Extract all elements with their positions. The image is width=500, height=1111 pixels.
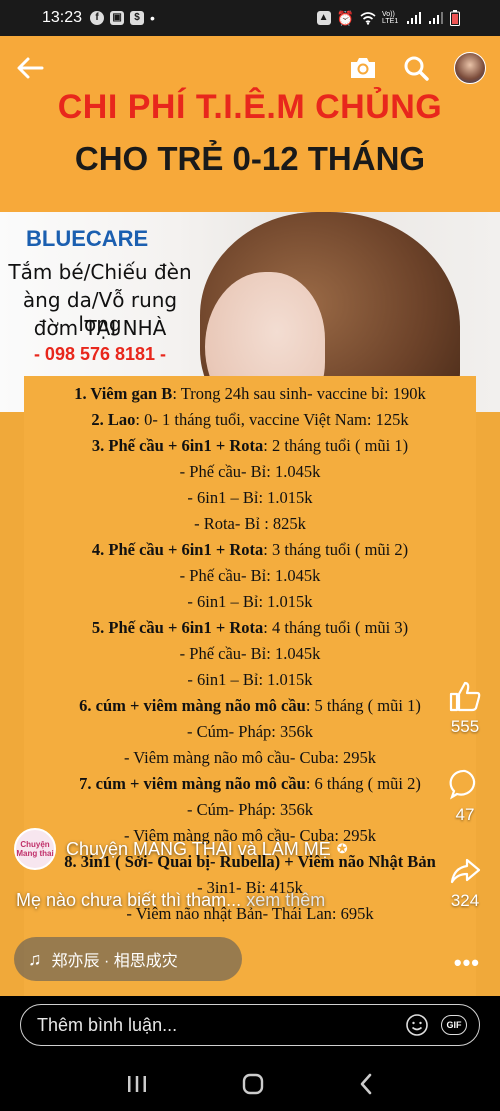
system-nav-bar: [0, 1056, 500, 1111]
price-list-row-text: : 5 tháng ( mũi 1): [305, 696, 421, 715]
price-list-row-text: : 3 tháng tuổi ( mũi 2): [263, 540, 409, 559]
price-list-row-text: - 6in1 – Bỉ: 1.015k: [187, 670, 313, 689]
price-list-row: - Cúm- Pháp: 356k: [24, 722, 476, 742]
music-pill[interactable]: ♫ 郑亦辰 · 相思成灾: [14, 937, 242, 981]
price-list-row-text: : Trong 24h sau sinh- vaccine bỉ: 190k: [172, 384, 426, 403]
price-list-row-text: - Phế cầu- Bỉ: 1.045k: [179, 462, 321, 481]
camera-icon[interactable]: [346, 52, 380, 84]
price-list-row-text: - Cúm- Pháp: 356k: [186, 722, 314, 741]
gif-button[interactable]: GIF: [441, 1015, 467, 1035]
like-button[interactable]: 555: [430, 680, 500, 737]
price-list-row: - Cúm- Pháp: 356k: [24, 800, 476, 820]
price-list-row: 5. Phế cầu + 6in1 + Rota: 4 tháng tuổi (…: [24, 618, 476, 638]
emoji-icon[interactable]: [405, 1013, 429, 1037]
price-list-row-text: - Viêm màng não mô cầu- Cuba: 295k: [123, 748, 377, 767]
price-list-row: 1. Viêm gan B: Trong 24h sau sinh- vacci…: [24, 384, 476, 404]
like-icon: [449, 681, 481, 712]
price-list-row-text: - 6in1 – Bỉ: 1.015k: [187, 592, 313, 611]
comment-input[interactable]: Thêm bình luận... GIF: [20, 1004, 480, 1046]
price-list-row-text: : 4 tháng tuổi ( mũi 3): [263, 618, 409, 637]
price-list-row-heading: 6. cúm + viêm màng não mô cầu: [79, 696, 306, 715]
price-list-row: - 6in1 – Bỉ: 1.015k: [24, 592, 476, 612]
price-list-row-heading: 5. Phế cầu + 6in1 + Rota: [91, 618, 264, 637]
author-avatar[interactable]: Chuyện Mang thai: [14, 828, 56, 870]
price-list-row-heading: 7. cúm + viêm màng não mô cầu: [79, 774, 306, 793]
dot-icon: •: [150, 10, 155, 26]
caption-text: Mẹ nào chưa biết thì tham...: [16, 890, 242, 910]
author-name[interactable]: Chuyện MANG THAI và LÀM MẸ: [66, 839, 331, 860]
back-icon[interactable]: [358, 1072, 374, 1096]
price-list-row-text: - Rota- Bỉ : 825k: [194, 514, 306, 533]
verified-icon: ✪: [336, 841, 348, 856]
price-list-row: - Phế cầu- Bỉ: 1.045k: [24, 644, 476, 664]
poster-service-line3: đờm TẠI NHÀ: [33, 316, 167, 340]
signal-icon: [407, 12, 421, 24]
price-list-row-text: - Phế cầu- Bỉ: 1.045k: [179, 566, 321, 585]
price-list-row: - 6in1 – Bỉ: 1.015k: [24, 488, 476, 508]
share-count: 324: [450, 891, 480, 910]
battery-icon: [450, 10, 460, 26]
wifi-icon: [360, 12, 376, 25]
price-list-row: 4. Phế cầu + 6in1 + Rota: 3 tháng tuổi (…: [24, 540, 476, 560]
price-list-row-text: - 6in1 – Bỉ: 1.015k: [187, 488, 313, 507]
price-list-row: - Rota- Bỉ : 825k: [24, 514, 476, 534]
price-list-row: 7. cúm + viêm màng não mô cầu: 6 tháng (…: [24, 774, 476, 794]
store-icon: $: [130, 11, 145, 25]
price-list-row-heading: 3. Phế cầu + 6in1 + Rota: [91, 436, 264, 455]
music-label: 郑亦辰 · 相思成灾: [51, 953, 178, 970]
price-list-row: 6. cúm + viêm màng não mô cầu: 5 tháng (…: [24, 696, 476, 716]
poster-brand: BLUECARE: [26, 226, 149, 251]
price-list-row: - Phế cầu- Bỉ: 1.045k: [24, 566, 476, 586]
comment-button[interactable]: 47: [430, 768, 500, 825]
price-list-row-text: - Phế cầu- Bỉ: 1.045k: [179, 644, 321, 663]
image-icon: ▣: [110, 11, 125, 25]
price-list-row: - 6in1 – Bỉ: 1.015k: [24, 670, 476, 690]
poster-service-line1: Tắm bé/Chiếu đèn: [8, 260, 192, 284]
price-list-row-text: : 6 tháng ( mũi 2): [305, 774, 421, 793]
top-bar: [0, 36, 500, 106]
share-button[interactable]: 324: [430, 856, 500, 911]
music-note-icon: ♫: [28, 948, 42, 969]
like-count: 555: [450, 717, 480, 736]
price-list-row-heading: 1. Viêm gan B: [74, 384, 173, 403]
back-arrow-icon[interactable]: [14, 52, 46, 84]
see-more-link[interactable]: xem thêm: [246, 890, 325, 910]
signal-icon: [429, 12, 443, 24]
home-icon[interactable]: [241, 1072, 265, 1096]
poster-title-line2: CHO TRẺ 0-12 THÁNG: [74, 140, 426, 177]
recent-apps-icon[interactable]: [126, 1074, 148, 1094]
price-list-row: 3. Phế cầu + 6in1 + Rota: 2 tháng tuổi (…: [24, 436, 476, 456]
price-list-row-heading: 2. Lao: [91, 410, 136, 429]
volte-label: Vo)) LTE1: [382, 11, 399, 25]
price-list-row-text: - Cúm- Pháp: 356k: [186, 800, 314, 819]
facebook-icon: f: [90, 11, 105, 25]
post-caption[interactable]: Mẹ nào chưa biết thì tham... xem thêm: [16, 890, 325, 911]
profile-avatar[interactable]: [454, 52, 486, 84]
share-icon: [450, 858, 481, 884]
price-list-row-text: : 2 tháng tuổi ( mũi 1): [263, 436, 409, 455]
price-list-row-heading: 4. Phế cầu + 6in1 + Rota: [91, 540, 264, 559]
comment-placeholder: Thêm bình luận...: [37, 1014, 178, 1035]
alarm-icon: ⏰: [336, 9, 354, 26]
comment-count: 47: [455, 805, 475, 824]
more-options-icon[interactable]: •••: [454, 950, 480, 976]
price-list-row: - Phế cầu- Bỉ: 1.045k: [24, 462, 476, 482]
status-bar: 13:23 f ▣ $ • ▲ ⏰ Vo)) LTE1: [0, 0, 500, 36]
poster-phone: - 098 576 8181 -: [33, 344, 167, 364]
price-list-row: - Viêm màng não mô cầu- Cuba: 295k: [24, 748, 476, 768]
comment-bar: Thêm bình luận... GIF: [0, 996, 500, 1056]
search-icon[interactable]: [400, 52, 432, 84]
lock-icon: ▲: [316, 11, 331, 25]
price-list-row-text: : 0- 1 tháng tuổi, vaccine Việt Nam: 125…: [135, 410, 409, 429]
author-row[interactable]: Chuyện Mang thai Chuyện MANG THAI và LÀM…: [14, 828, 348, 870]
price-list-row: 2. Lao: 0- 1 tháng tuổi, vaccine Việt Na…: [24, 410, 476, 430]
comment-icon: [449, 769, 476, 800]
status-time: 13:23: [42, 9, 83, 26]
